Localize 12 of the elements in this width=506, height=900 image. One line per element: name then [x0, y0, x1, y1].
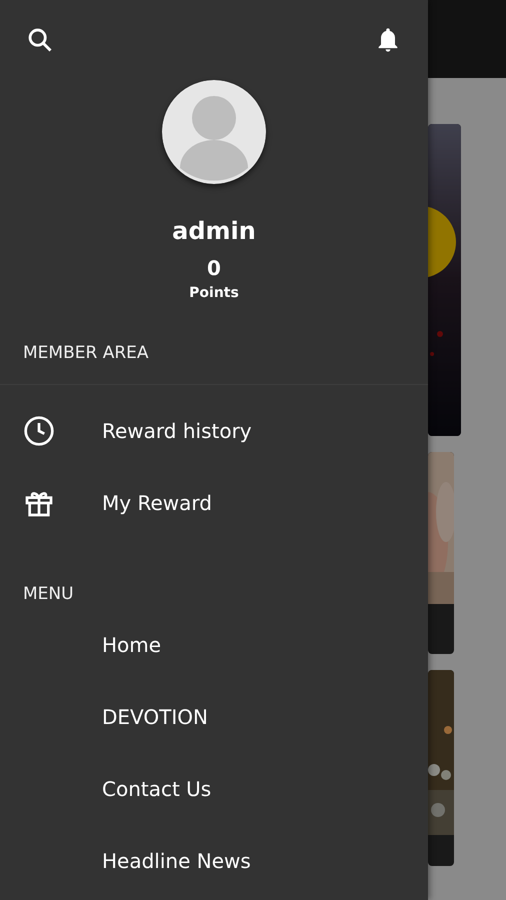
- drawer-item[interactable]: DEVOTION: [0, 681, 428, 753]
- section-header: MEMBER AREA: [0, 338, 428, 385]
- user-name: admin: [172, 216, 256, 246]
- drawer-item[interactable]: My Reward: [0, 467, 428, 539]
- points-value: 0: [207, 256, 221, 280]
- drawer-item[interactable]: Headline News: [0, 825, 428, 897]
- points-label: Points: [189, 284, 239, 302]
- drawer-item[interactable]: Contact Us: [0, 753, 428, 825]
- drawer-item[interactable]: Home: [0, 609, 428, 681]
- clock-icon: [23, 415, 55, 447]
- section-header: MENU: [22, 583, 75, 606]
- drawer-item[interactable]: Reward history: [0, 395, 428, 467]
